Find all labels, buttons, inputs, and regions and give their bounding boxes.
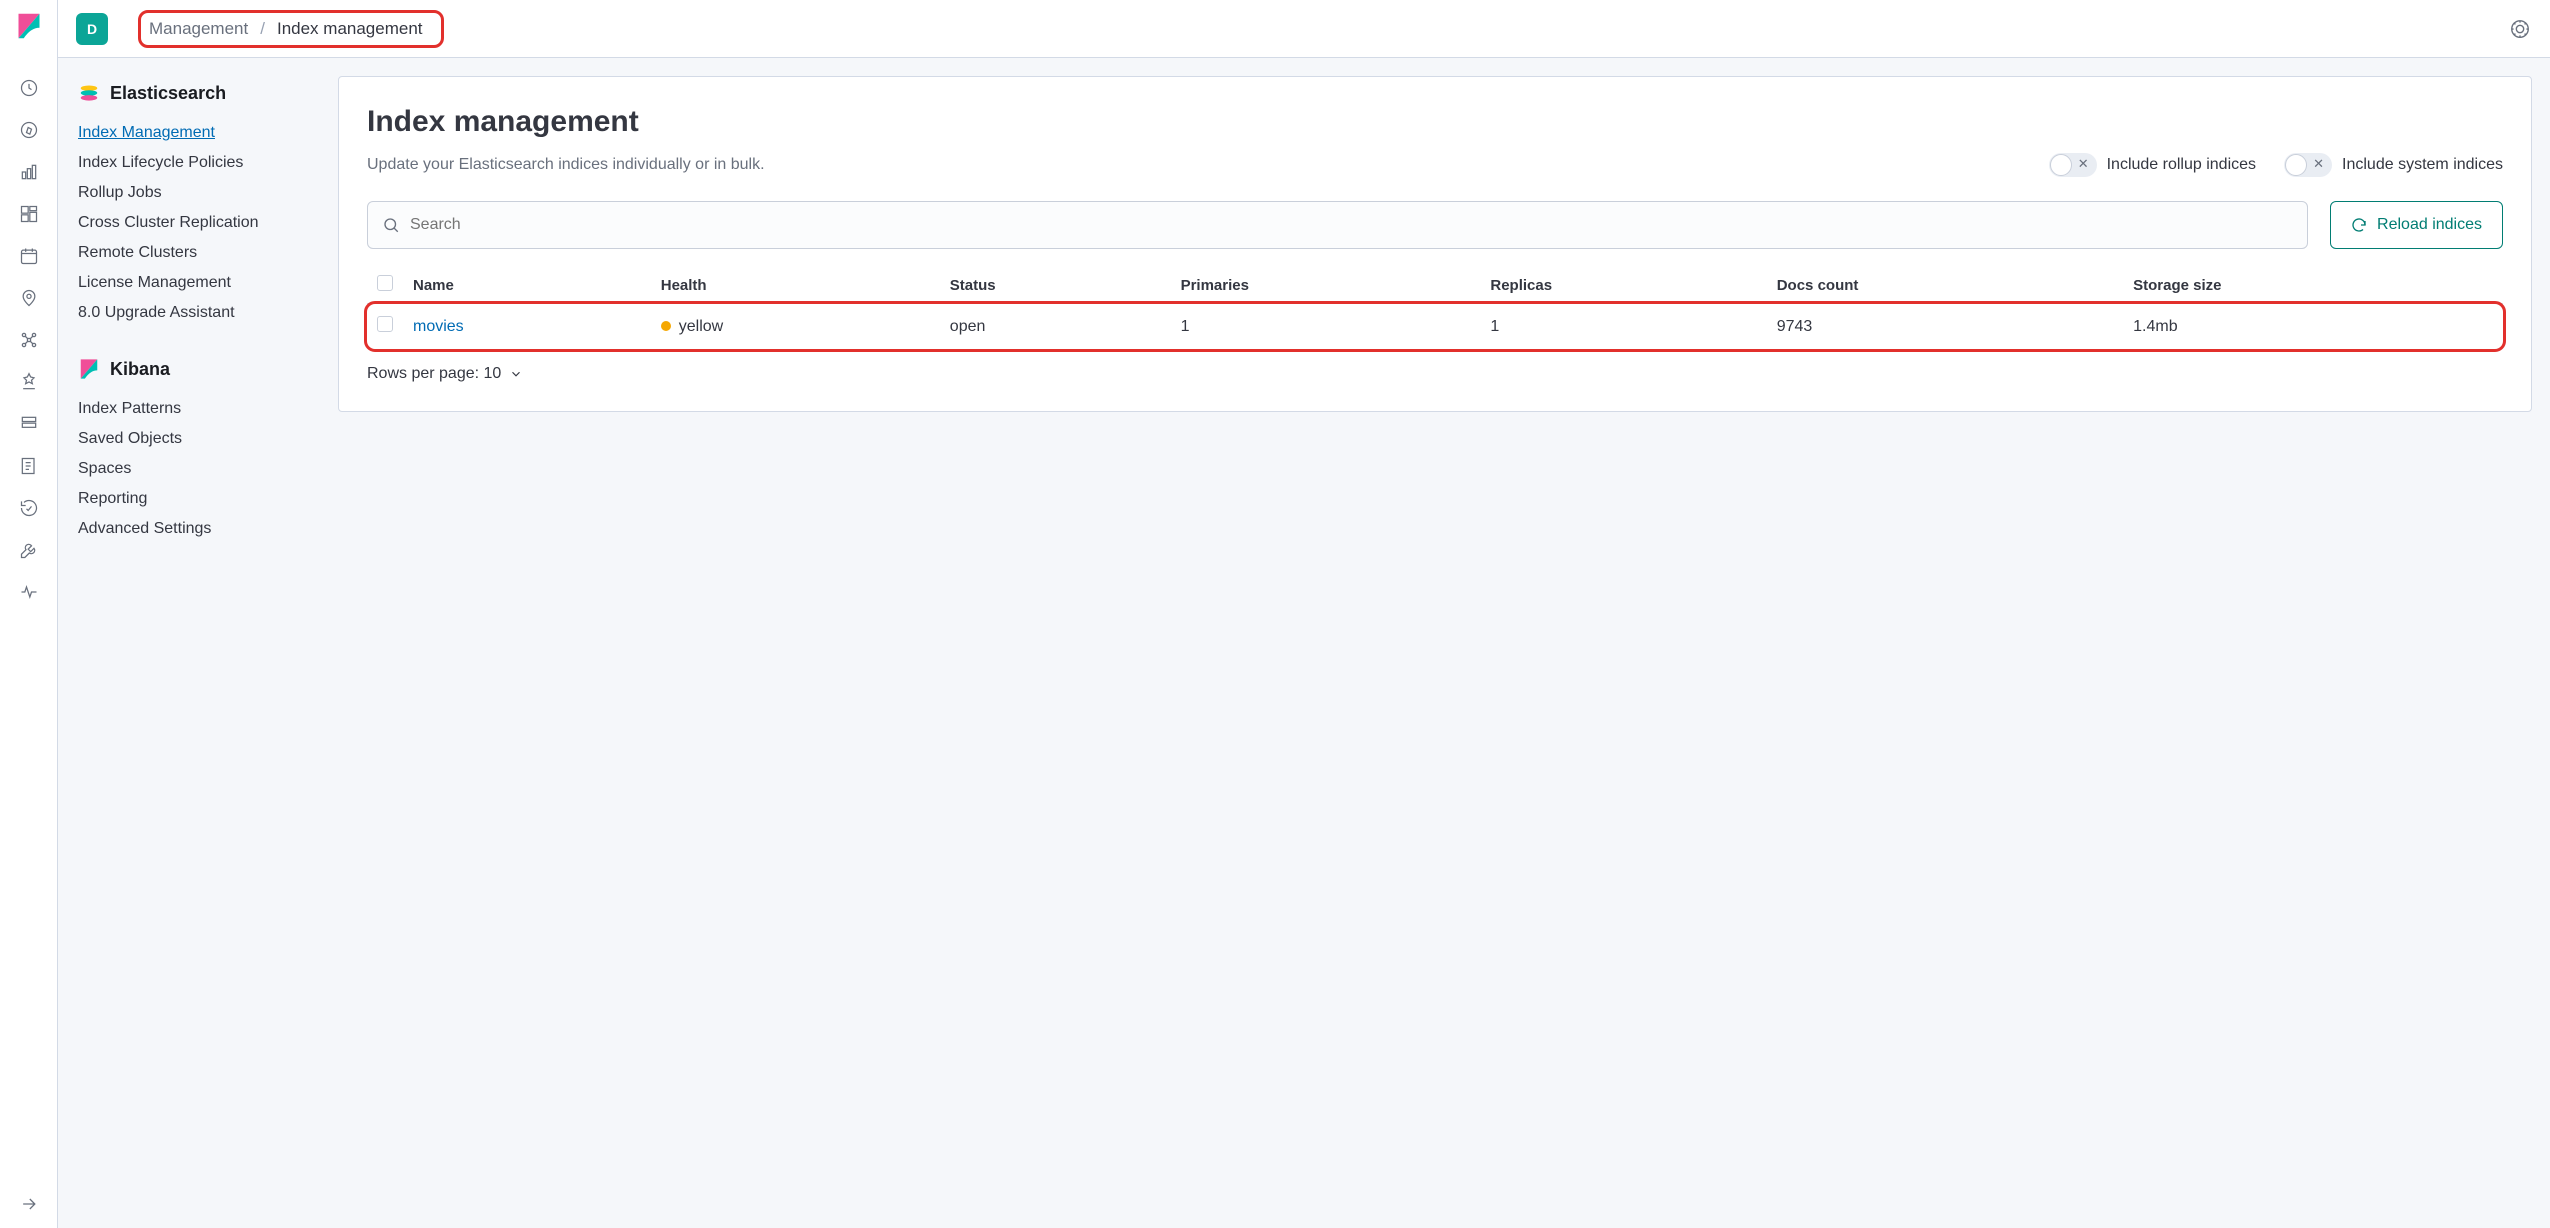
sidebar-item-spaces[interactable]: Spaces [78, 454, 318, 484]
toggle-system-label: Include system indices [2342, 156, 2503, 174]
select-all-checkbox[interactable] [377, 275, 393, 291]
col-name[interactable]: Name [403, 267, 651, 304]
refresh-icon [2351, 217, 2367, 233]
sidebar-item-remote-clusters[interactable]: Remote Clusters [78, 238, 318, 268]
search-input[interactable] [410, 216, 2293, 234]
cell-status: open [940, 304, 1171, 350]
section-title-kibana: Kibana [110, 359, 170, 380]
infrastructure-icon[interactable] [17, 412, 41, 436]
page-subtitle: Update your Elasticsearch indices indivi… [367, 156, 2021, 174]
help-icon[interactable] [2508, 17, 2532, 41]
col-status[interactable]: Status [940, 267, 1171, 304]
cell-docs: 9743 [1767, 304, 2123, 350]
indices-table: Name Health Status Primaries Replicas Do… [367, 267, 2503, 349]
elasticsearch-icon [78, 82, 100, 104]
breadcrumb-separator: / [260, 19, 265, 39]
page-title: Index management [367, 105, 2503, 139]
timelion-icon[interactable] [17, 244, 41, 268]
col-storage[interactable]: Storage size [2123, 267, 2503, 304]
section-title-elasticsearch: Elasticsearch [110, 83, 226, 104]
left-icon-rail [0, 0, 58, 1228]
col-health[interactable]: Health [651, 267, 940, 304]
row-checkbox[interactable] [377, 316, 393, 332]
sidebar-item-upgrade-assistant[interactable]: 8.0 Upgrade Assistant [78, 298, 318, 328]
cell-storage: 1.4mb [2123, 304, 2503, 350]
logs-icon[interactable] [17, 454, 41, 478]
maps-icon[interactable] [17, 286, 41, 310]
sidebar-item-reporting[interactable]: Reporting [78, 484, 318, 514]
dashboard-icon[interactable] [17, 202, 41, 226]
devtools-icon[interactable] [17, 538, 41, 562]
col-docs[interactable]: Docs count [1767, 267, 2123, 304]
search-box[interactable] [367, 201, 2308, 249]
kibana-section-icon [78, 358, 100, 380]
sidebar-item-ccr[interactable]: Cross Cluster Replication [78, 208, 318, 238]
breadcrumb: Management / Index management [138, 10, 444, 48]
visualize-icon[interactable] [17, 160, 41, 184]
toggle-system-indices[interactable]: ✕ [2284, 153, 2332, 177]
reload-button-label: Reload indices [2377, 216, 2482, 234]
monitoring-icon[interactable] [17, 580, 41, 604]
cell-health: yellow [679, 318, 723, 335]
header-bar: D Management / Index management [58, 0, 2550, 58]
cell-primaries: 1 [1171, 304, 1481, 350]
index-management-card: Index management Update your Elasticsear… [338, 76, 2532, 412]
collapse-icon[interactable] [17, 1192, 41, 1216]
toggle-rollup-label: Include rollup indices [2107, 156, 2256, 174]
space-selector[interactable]: D [76, 13, 108, 45]
discover-icon[interactable] [17, 118, 41, 142]
graph-icon[interactable] [17, 328, 41, 352]
search-icon [382, 216, 400, 234]
management-sidebar: Elasticsearch Index Management Index Lif… [58, 58, 338, 1228]
pagination-label: Rows per page: 10 [367, 365, 501, 383]
toggle-rollup-indices[interactable]: ✕ [2049, 153, 2097, 177]
kibana-logo-icon[interactable] [15, 12, 43, 40]
reload-indices-button[interactable]: Reload indices [2330, 201, 2503, 249]
health-dot-icon [661, 321, 671, 331]
ml-icon[interactable] [17, 370, 41, 394]
breadcrumb-current: Index management [277, 19, 423, 39]
sidebar-item-license[interactable]: License Management [78, 268, 318, 298]
table-row[interactable]: movies yellow open 1 1 9743 1.4mb [367, 304, 2503, 350]
cell-replicas: 1 [1480, 304, 1766, 350]
uptime-icon[interactable] [17, 496, 41, 520]
sidebar-item-ilm[interactable]: Index Lifecycle Policies [78, 148, 318, 178]
index-name-link[interactable]: movies [413, 318, 464, 335]
recently-viewed-icon[interactable] [17, 76, 41, 100]
sidebar-item-index-patterns[interactable]: Index Patterns [78, 394, 318, 424]
sidebar-item-rollup-jobs[interactable]: Rollup Jobs [78, 178, 318, 208]
sidebar-item-advanced-settings[interactable]: Advanced Settings [78, 514, 318, 544]
sidebar-item-index-management[interactable]: Index Management [78, 118, 318, 148]
sidebar-item-saved-objects[interactable]: Saved Objects [78, 424, 318, 454]
chevron-down-icon [509, 367, 523, 381]
col-replicas[interactable]: Replicas [1480, 267, 1766, 304]
rows-per-page-selector[interactable]: Rows per page: 10 [367, 365, 2503, 383]
breadcrumb-parent[interactable]: Management [149, 19, 248, 39]
col-primaries[interactable]: Primaries [1171, 267, 1481, 304]
